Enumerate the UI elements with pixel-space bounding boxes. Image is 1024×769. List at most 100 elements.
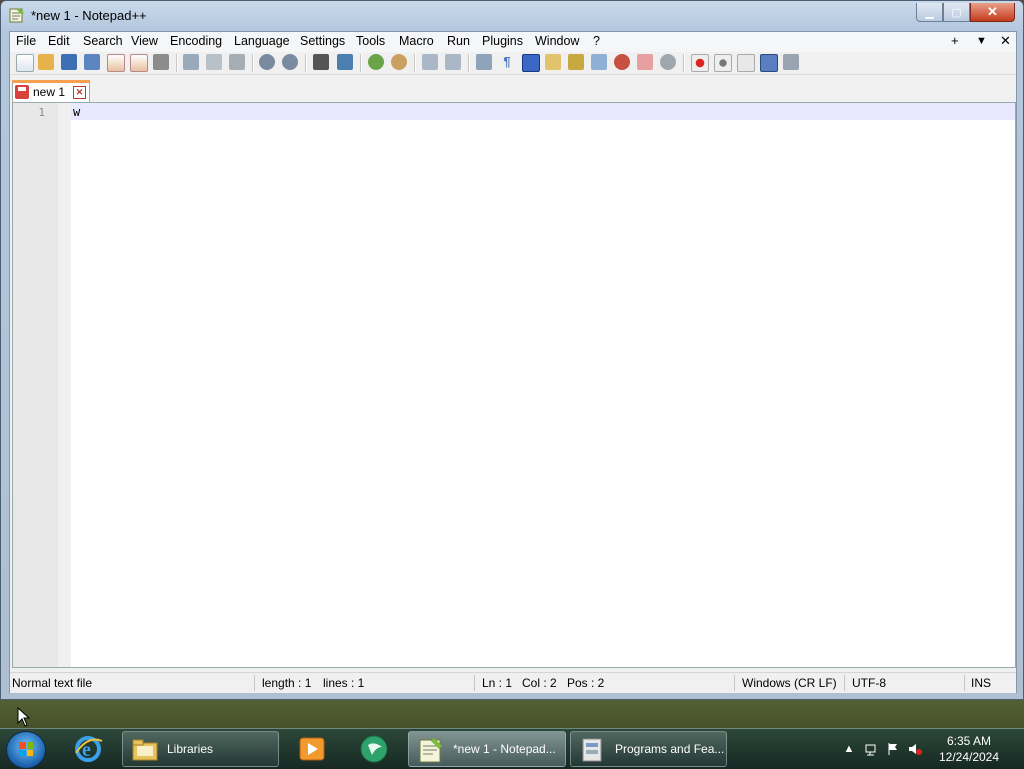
title-bar[interactable]: *new 1 - Notepad++ ▁ ▢ ✕ [1,1,1023,31]
status-eol[interactable]: Windows (CR LF) [742,676,837,690]
close-icon: ✕ [987,4,998,19]
task-programs-and-features[interactable]: Programs and Fea... [570,731,727,767]
status-length: length : 1 [262,676,312,690]
clock-time: 6:35 AM [946,734,992,748]
menu-macro[interactable]: Macro [397,34,436,48]
menu-window[interactable]: Window [533,34,581,48]
function-list-icon[interactable] [614,54,630,70]
task-libraries[interactable]: Libraries [122,731,279,767]
toolbar-separator [468,54,470,72]
task-label: Libraries [167,742,214,756]
clock-date: 12/24/2024 [938,750,1000,764]
window-title: *new 1 - Notepad++ [31,8,147,23]
toolbar-separator [414,54,416,72]
notepadpp-window: *new 1 - Notepad++ ▁ ▢ ✕ File Edit Searc… [0,0,1024,700]
indent-guide-icon[interactable] [522,54,540,72]
add-tab-button[interactable]: + [951,33,959,48]
status-separator [734,675,735,691]
maximize-icon: ▢ [951,6,962,19]
task-label: *new 1 - Notepad... [453,742,556,756]
save-all-icon[interactable] [84,54,100,70]
zoom-out-icon[interactable] [391,54,407,70]
print-icon[interactable] [153,54,169,70]
stop-recording-icon[interactable] [714,54,732,72]
close-all-icon[interactable] [130,54,148,72]
minimize-icon: ▁ [925,6,934,19]
status-insert-mode[interactable]: INS [971,676,991,690]
editor-text[interactable]: w [73,105,80,119]
new-file-icon[interactable] [16,54,34,72]
paste-icon[interactable] [229,54,245,70]
word-wrap-icon[interactable] [476,54,492,70]
start-button[interactable] [6,731,46,769]
task-notepadpp[interactable]: *new 1 - Notepad... [408,731,566,767]
media-player-icon[interactable] [296,733,328,765]
menu-file[interactable]: File [14,34,38,48]
close-file-icon[interactable] [107,54,125,72]
monitoring-icon[interactable] [660,54,676,70]
save-icon[interactable] [61,54,77,70]
toolbar-separator [305,54,307,72]
show-hidden-icons-icon[interactable]: ▲ [842,742,856,756]
user-defined-language-icon[interactable] [545,54,561,70]
playback-macro-icon[interactable] [737,54,755,72]
show-all-characters-icon[interactable]: ¶ [499,54,515,70]
media-center-icon[interactable] [358,733,390,765]
folder-as-workspace-icon[interactable] [637,54,653,70]
tab-label: new 1 [33,85,66,99]
document-list-icon[interactable] [591,54,607,70]
zoom-in-icon[interactable] [368,54,384,70]
status-encoding[interactable]: UTF-8 [852,676,886,690]
close-document-button[interactable]: ✕ [1000,33,1011,49]
status-separator [844,675,845,691]
undo-icon[interactable] [259,54,275,70]
status-column: Col : 2 [522,676,557,690]
status-bar: Normal text file length : 1 lines : 1 Ln… [10,672,1016,693]
toolbar-separator [683,54,685,72]
close-window-button[interactable]: ✕ [970,3,1015,22]
menu-settings[interactable]: Settings [298,34,347,48]
taskbar: e Libraries *new 1 - Notepad... Programs… [0,728,1024,769]
toolbar-separator [252,54,254,72]
tab-new-1[interactable]: new 1 ✕ [12,80,90,102]
replace-icon[interactable] [337,54,353,70]
document-map-icon[interactable] [568,54,584,70]
record-macro-icon[interactable] [691,54,709,72]
editor-area[interactable]: 1 w [12,102,1016,668]
minimize-button[interactable]: ▁ [916,3,943,22]
toolbar: ¶ [10,52,1016,75]
internet-explorer-icon[interactable]: e [72,733,104,765]
maximize-button[interactable]: ▢ [943,3,970,22]
menu-help[interactable]: ? [591,34,602,48]
run-macro-multiple-icon[interactable] [760,54,778,72]
menu-bar: File Edit Search View Encoding Language … [10,32,1016,52]
tab-list-dropdown-button[interactable]: ▼ [976,35,987,47]
menu-view[interactable]: View [129,34,160,48]
tab-close-icon[interactable]: ✕ [73,86,86,99]
menu-edit[interactable]: Edit [46,34,72,48]
line-number: 1 [38,106,45,119]
fold-margin[interactable] [58,103,71,667]
menu-language[interactable]: Language [232,34,292,48]
find-icon[interactable] [313,54,329,70]
menu-run[interactable]: Run [445,34,472,48]
status-lines: lines : 1 [323,676,365,690]
menu-search[interactable]: Search [81,34,125,48]
action-center-flag-icon[interactable] [886,742,900,756]
notepadpp-app-icon[interactable] [9,7,25,23]
save-macro-icon[interactable] [783,54,799,70]
sync-horizontal-icon[interactable] [445,54,461,70]
volume-muted-icon[interactable] [908,742,922,756]
taskbar-clock[interactable]: 6:35 AM 12/24/2024 [934,733,1004,765]
menu-plugins[interactable]: Plugins [480,34,525,48]
copy-icon[interactable] [206,54,222,70]
status-position: Pos : 2 [567,676,605,690]
sync-vertical-icon[interactable] [422,54,438,70]
redo-icon[interactable] [282,54,298,70]
network-icon[interactable] [864,742,878,756]
notepadpp-icon [417,736,445,764]
cut-icon[interactable] [183,54,199,70]
menu-tools[interactable]: Tools [354,34,387,48]
open-file-icon[interactable] [38,54,54,70]
menu-encoding[interactable]: Encoding [168,34,224,48]
